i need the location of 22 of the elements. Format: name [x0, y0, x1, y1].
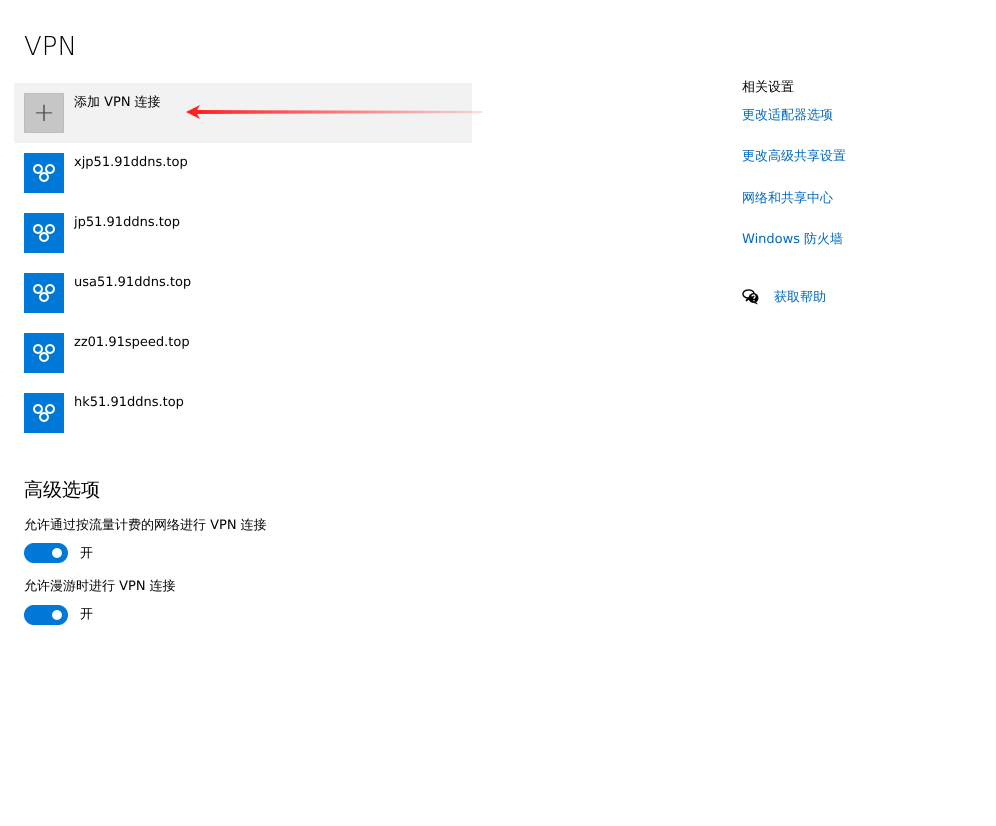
help-link[interactable]: 获取帮助: [774, 288, 826, 307]
connection-name[interactable]: usa51.91ddns.top: [74, 273, 192, 314]
section-heading: 高级选项: [24, 479, 101, 502]
connection-name[interactable]: jp51.91ddns.top: [74, 213, 180, 254]
toggle-switch[interactable]: [24, 543, 68, 564]
help-icon: [742, 289, 760, 306]
option-label: 允许漫游时进行 VPN 连接: [24, 578, 177, 596]
settings-link[interactable]: Windows 防火墙: [742, 230, 846, 250]
page-title: VPN: [24, 32, 78, 64]
toggle-switch[interactable]: [24, 604, 68, 625]
settings-link[interactable]: 更改高级共享设置: [742, 147, 846, 166]
connection-name[interactable]: hk51.91ddns.top: [74, 393, 184, 434]
connection-name[interactable]: zz01.91speed.top: [74, 333, 190, 374]
toggle-state-label: 开: [80, 544, 93, 563]
settings-link[interactable]: 网络和共享中心: [742, 188, 846, 208]
plus-icon: +: [24, 93, 64, 134]
toggle-state-label: 开: [80, 606, 93, 624]
option-label: 允许通过按流量计费的网络进行 VPN 连接: [24, 516, 268, 535]
connection-name[interactable]: xjp51.91ddns.top: [74, 153, 188, 194]
add-vpn-label: 添加 VPN 连接: [74, 94, 161, 112]
related-settings-heading: 相关设置: [742, 79, 795, 97]
settings-link[interactable]: 更改适配器选项: [742, 106, 846, 125]
